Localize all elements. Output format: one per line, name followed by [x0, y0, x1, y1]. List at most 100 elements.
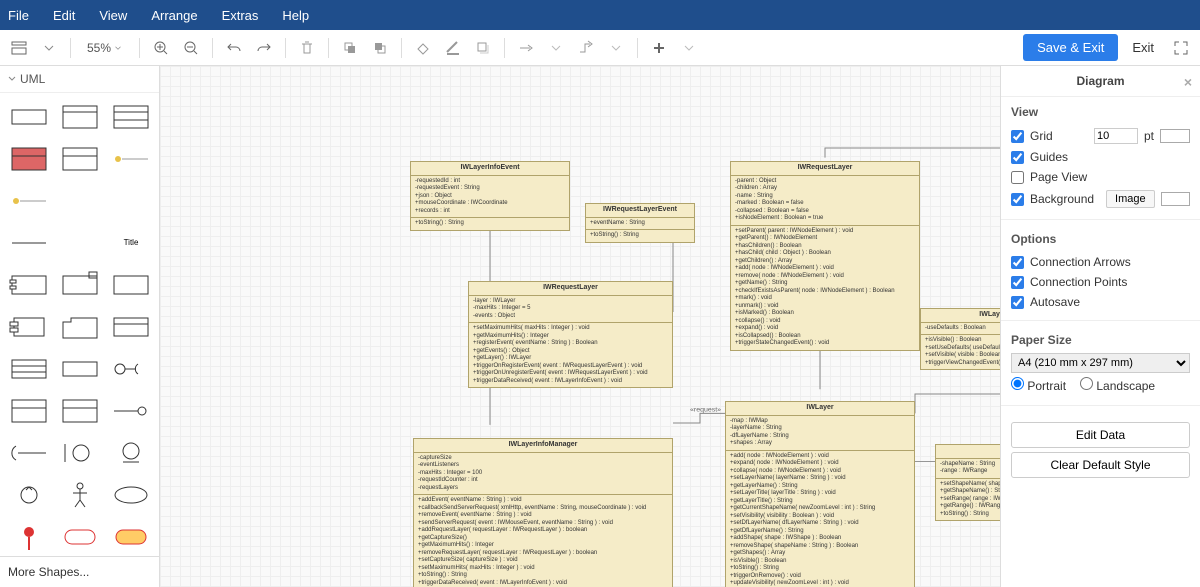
panel-title: Diagram [1076, 74, 1124, 88]
shape-stencil[interactable] [108, 309, 153, 345]
shape-stencil[interactable] [6, 141, 51, 177]
clear-style-button[interactable]: Clear Default Style [1011, 452, 1190, 478]
shape-stencil[interactable] [6, 183, 51, 219]
shape-stencil[interactable]: Title [108, 225, 153, 261]
shape-stencil[interactable] [6, 267, 51, 303]
pageview-checkbox[interactable] [1011, 171, 1024, 184]
guides-label: Guides [1030, 150, 1068, 164]
shape-stencil[interactable] [57, 477, 102, 513]
conn-arrows-checkbox[interactable] [1011, 256, 1024, 269]
uml-class[interactable]: IWLayerInfoManager-captureSize -eventLis… [413, 438, 673, 587]
collapse-icon [8, 75, 16, 83]
shape-stencil[interactable] [6, 99, 51, 135]
conn-arrows-label: Connection Arrows [1030, 255, 1131, 269]
background-color-swatch[interactable] [1161, 192, 1190, 206]
chevron-down-icon[interactable] [36, 35, 62, 61]
guides-checkbox[interactable] [1011, 151, 1024, 164]
background-image-button[interactable]: Image [1106, 190, 1155, 208]
toolbar: 55% Save & Exit Exit [0, 30, 1200, 66]
more-shapes-button[interactable]: More Shapes... [0, 556, 159, 587]
shape-stencil[interactable] [57, 435, 102, 471]
conn-points-checkbox[interactable] [1011, 276, 1024, 289]
shape-stencil[interactable] [108, 351, 153, 387]
zoom-in-icon[interactable] [148, 35, 174, 61]
delete-icon[interactable] [294, 35, 320, 61]
fullscreen-icon[interactable] [1168, 35, 1194, 61]
shape-stencil[interactable] [108, 393, 153, 429]
shape-stencil[interactable] [6, 477, 51, 513]
landscape-radio[interactable]: Landscape [1080, 377, 1155, 393]
format-panel: Diagram × View Grid pt Guides Page View [1000, 66, 1200, 587]
shape-stencil[interactable] [108, 267, 153, 303]
shape-stencil[interactable] [6, 309, 51, 345]
shape-stencil[interactable] [108, 141, 153, 177]
grid-size-input[interactable] [1094, 128, 1138, 144]
autosave-checkbox[interactable] [1011, 296, 1024, 309]
shape-stencil[interactable] [108, 99, 153, 135]
line-color-icon[interactable] [440, 35, 466, 61]
grid-color-swatch[interactable] [1160, 129, 1190, 143]
shape-stencil[interactable] [6, 519, 51, 555]
connection-icon[interactable] [513, 35, 539, 61]
shape-stencil[interactable] [57, 267, 102, 303]
fill-color-icon[interactable] [410, 35, 436, 61]
pageview-label: Page View [1030, 170, 1087, 184]
shape-stencil[interactable] [108, 477, 153, 513]
menu-help[interactable]: Help [282, 8, 309, 23]
portrait-radio[interactable]: Portrait [1011, 377, 1066, 393]
menu-file[interactable]: File [8, 8, 29, 23]
shape-stencil[interactable] [108, 183, 153, 219]
shape-stencil[interactable] [57, 519, 102, 555]
conn-points-label: Connection Points [1030, 275, 1127, 289]
uml-class[interactable]: IWRequestLayer-parent : Object -children… [730, 161, 920, 351]
waypoint-icon[interactable] [573, 35, 599, 61]
menu-arrange[interactable]: Arrange [151, 8, 197, 23]
add-icon[interactable] [646, 35, 672, 61]
uml-class[interactable]: IWShape-shapeName : String -range : IWRa… [935, 444, 1000, 521]
shape-stencil[interactable] [57, 351, 102, 387]
shape-stencil[interactable] [57, 225, 102, 261]
close-icon[interactable]: × [1184, 74, 1192, 90]
chevron-down-icon[interactable] [603, 35, 629, 61]
svg-text:«request»: «request» [690, 406, 721, 413]
uml-class[interactable]: IWLayerInfoEvent-requestedId : int -requ… [410, 161, 570, 231]
zoom-level[interactable]: 55% [79, 41, 131, 55]
menu-view[interactable]: View [99, 8, 127, 23]
shape-stencil[interactable] [57, 393, 102, 429]
undo-icon[interactable] [221, 35, 247, 61]
edit-data-button[interactable]: Edit Data [1011, 422, 1190, 448]
shape-stencil[interactable] [57, 99, 102, 135]
background-checkbox[interactable] [1011, 193, 1024, 206]
menu-extras[interactable]: Extras [222, 8, 259, 23]
sidebar-category[interactable]: UML [0, 66, 159, 93]
shape-stencil[interactable] [57, 309, 102, 345]
grid-checkbox[interactable] [1011, 130, 1024, 143]
shape-stencil[interactable] [57, 141, 102, 177]
paper-size-select[interactable]: A4 (210 mm x 297 mm) [1011, 353, 1190, 373]
redo-icon[interactable] [251, 35, 277, 61]
view-mode-icon[interactable] [6, 35, 32, 61]
save-exit-button[interactable]: Save & Exit [1023, 34, 1118, 61]
shape-stencil[interactable] [6, 351, 51, 387]
paper-heading: Paper Size [1011, 333, 1190, 347]
uml-class[interactable]: IWLayer-map : IWMap -layerName : String … [725, 401, 915, 587]
shape-stencil[interactable] [108, 519, 153, 555]
shape-stencil[interactable] [108, 435, 153, 471]
uml-class[interactable]: IWRequestLayerEvent+eventName : String+t… [585, 203, 695, 243]
menu-edit[interactable]: Edit [53, 8, 75, 23]
zoom-out-icon[interactable] [178, 35, 204, 61]
chevron-down-icon[interactable] [543, 35, 569, 61]
shape-stencil[interactable] [6, 393, 51, 429]
canvas[interactable]: «request» IWLayerInfoEvent-requestedId :… [160, 66, 1000, 587]
shape-stencil[interactable] [6, 435, 51, 471]
shape-stencil[interactable] [57, 183, 102, 219]
chevron-down-icon[interactable] [676, 35, 702, 61]
view-heading: View [1011, 105, 1190, 119]
uml-class[interactable]: IWRequestLayer-layer : IWLayer -maxHits … [468, 281, 673, 388]
exit-button[interactable]: Exit [1132, 40, 1154, 55]
shadow-icon[interactable] [470, 35, 496, 61]
to-back-icon[interactable] [367, 35, 393, 61]
shape-stencil[interactable] [6, 225, 51, 261]
uml-class[interactable]: IWLayerInterface-useDefaults : Boolean+i… [920, 308, 1000, 370]
to-front-icon[interactable] [337, 35, 363, 61]
